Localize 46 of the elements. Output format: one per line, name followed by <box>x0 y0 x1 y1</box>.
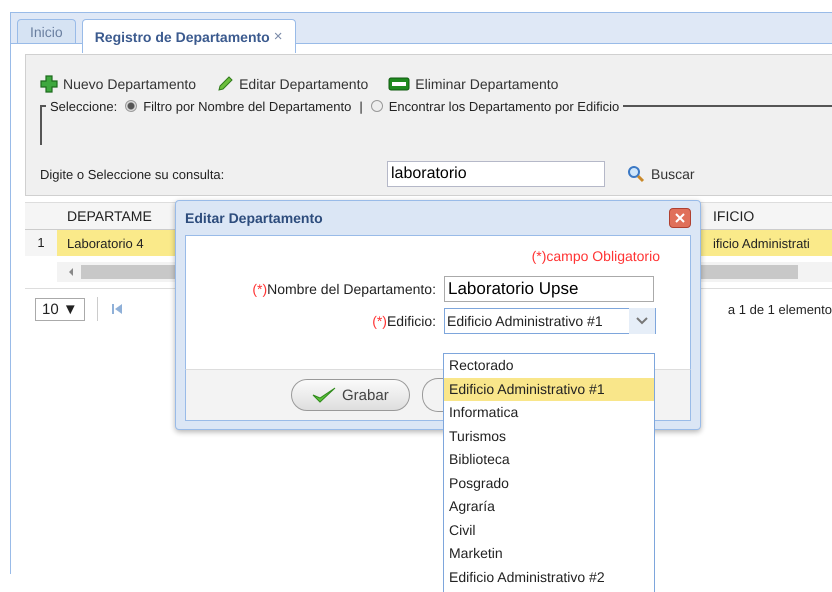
field-label: (*)Nombre del Departamento: <box>251 281 437 297</box>
page-size-select[interactable]: 10 ▼ <box>35 298 85 320</box>
tab[interactable]: Registro de Departamento × <box>82 19 296 53</box>
search-field[interactable]: laboratorio <box>387 161 605 187</box>
table-cell-text: Laboratorio 4 <box>66 236 144 250</box>
radio-option[interactable]: Filtro por Nombre del Departamento <box>125 98 352 114</box>
row-number: 1 <box>25 230 57 256</box>
search-button[interactable]: Buscar <box>621 164 701 184</box>
close-button[interactable] <box>669 208 691 228</box>
filter-legend: Seleccione: <box>50 98 118 114</box>
dropdown-option[interactable]: Turismos <box>444 424 654 448</box>
table-cell-text: ificio Administrati <box>712 236 811 250</box>
query-label: Digite o Seleccione su consulta: <box>39 166 226 182</box>
dropdown-option[interactable]: Informatica <box>444 401 654 424</box>
pager-summary: a 1 de 1 elemento <box>728 302 832 316</box>
dialog-title: Editar Departamento <box>185 210 323 226</box>
close-icon[interactable]: × <box>274 28 282 45</box>
dropdown-option[interactable]: Edificio Administrativo #2 <box>444 566 654 589</box>
first-page-icon[interactable] <box>110 302 124 316</box>
required-note: (*)campo Obligatorio <box>530 248 660 264</box>
dropdown-option[interactable]: Posgrado <box>444 472 654 495</box>
dropdown-option[interactable]: Civil <box>444 518 654 542</box>
minus-icon <box>388 77 410 91</box>
dropdown-option[interactable]: Agraría <box>444 495 654 518</box>
chevron-icon <box>629 308 655 334</box>
toolbar-button[interactable]: Nuevo Departamento <box>40 75 196 93</box>
plus-icon <box>40 75 58 93</box>
search-icon <box>627 165 645 183</box>
select-field[interactable]: Edificio Administrativo #1 <box>444 308 656 334</box>
dropdown-option[interactable]: Marketin <box>444 542 654 566</box>
separator-text: | <box>359 98 363 114</box>
radio-option[interactable]: Encontrar los Departamento por Edificio <box>370 98 620 114</box>
pencil-icon <box>216 75 234 93</box>
toolbar-button[interactable]: Editar Departamento <box>216 75 368 93</box>
column-header[interactable]: DEPARTAME <box>57 208 152 224</box>
radio-button[interactable] <box>370 100 383 112</box>
save-button[interactable]: Grabar <box>291 379 410 411</box>
dropdown-option[interactable]: Rectorado <box>444 354 654 378</box>
checkmark-icon <box>312 386 336 404</box>
dropdown-option[interactable]: Biblioteca <box>444 448 654 472</box>
toolbar-button[interactable]: Eliminar Departamento <box>388 75 558 93</box>
dropdown-option[interactable]: Edificio Administrativo #1 <box>444 378 654 401</box>
input-field[interactable]: Laboratorio Upse <box>444 276 654 302</box>
field-label: (*)Edificio: <box>371 313 437 329</box>
close-icon <box>675 213 685 223</box>
radio-button[interactable] <box>125 100 138 112</box>
